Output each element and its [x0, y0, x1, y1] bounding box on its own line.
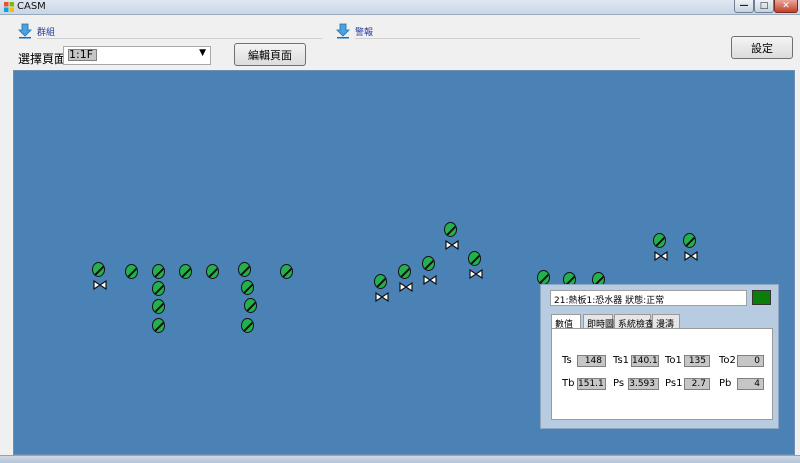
reading-label: Tb [562, 378, 575, 389]
alarm-label: 警報 [355, 28, 374, 38]
minimize-button[interactable]: — [734, 0, 754, 13]
device-icon[interactable] [152, 264, 165, 279]
maximize-button[interactable]: □ [754, 0, 774, 13]
device-icon[interactable] [537, 270, 550, 285]
reading-value: 4 [737, 378, 764, 390]
device-icon[interactable] [244, 298, 257, 313]
valve-icon[interactable] [375, 292, 389, 302]
device-icon[interactable] [152, 318, 165, 333]
valve-icon[interactable] [445, 240, 459, 250]
chevron-down-icon: ▼ [199, 48, 206, 58]
reading-value: 0 [737, 355, 764, 367]
page-select[interactable]: 1:1F ▼ [63, 46, 211, 65]
device-icon[interactable] [280, 264, 293, 279]
reading-value: 3.593 [628, 378, 659, 390]
reading-value: 140.1 [631, 355, 659, 367]
reading-label: To1 [665, 355, 682, 366]
taskbar [0, 455, 800, 463]
status-indicator [752, 290, 771, 305]
device-icon[interactable] [241, 280, 254, 295]
download-arrow-icon[interactable] [18, 23, 32, 39]
tab-system-check[interactable]: 系統檢查 [614, 314, 654, 330]
device-icon[interactable] [179, 264, 192, 279]
close-icon: ✕ [782, 1, 790, 11]
device-icon[interactable] [238, 262, 251, 277]
tab-leak[interactable]: 漫濤 [652, 314, 680, 330]
minimize-icon: — [739, 1, 749, 11]
reading-label: Ts [562, 355, 572, 366]
group-label: 群組 [37, 28, 56, 38]
reading-label: To2 [719, 355, 736, 366]
title-bar: CASM — □ ✕ [0, 0, 800, 15]
download-arrow-icon[interactable] [336, 23, 350, 39]
reading-label: Pb [719, 378, 732, 389]
app-icon [4, 2, 14, 12]
window-title: CASM [17, 1, 46, 12]
device-detail-popup: 21:熱板1:恐水器 狀態:正常 數值 即時圖 系統檢查 漫濤 Ts 148 T… [540, 284, 779, 429]
device-status-title: 21:熱板1:恐水器 狀態:正常 [550, 290, 747, 306]
reading-value: 148 [577, 355, 606, 367]
reading-label: Ps [613, 378, 625, 389]
device-icon[interactable] [374, 274, 387, 289]
valve-icon[interactable] [423, 275, 437, 285]
valve-icon[interactable] [654, 251, 668, 261]
values-panel: Ts 148 Ts1 140.1 To1 135 To2 0 Tb 151.1 … [551, 328, 773, 420]
device-icon[interactable] [422, 256, 435, 271]
page-select-value: 1:1F [68, 49, 98, 61]
reading-value: 2.7 [684, 378, 710, 390]
tab-realtime-chart[interactable]: 即時圖 [583, 314, 614, 330]
device-icon[interactable] [398, 264, 411, 279]
close-button[interactable]: ✕ [774, 0, 798, 13]
valve-icon[interactable] [399, 282, 413, 292]
settings-button[interactable]: 設定 [731, 36, 793, 59]
alarm-divider [355, 38, 640, 39]
edit-page-button[interactable]: 編輯頁面 [234, 43, 306, 66]
device-icon[interactable] [653, 233, 666, 248]
device-icon[interactable] [206, 264, 219, 279]
device-icon[interactable] [152, 299, 165, 314]
valve-icon[interactable] [93, 280, 107, 290]
valve-icon[interactable] [469, 269, 483, 279]
valve-icon[interactable] [684, 251, 698, 261]
reading-label: Ps1 [665, 378, 683, 389]
device-icon[interactable] [125, 264, 138, 279]
page-select-label: 選擇頁面 [18, 52, 67, 66]
device-icon[interactable] [444, 222, 457, 237]
device-icon[interactable] [152, 281, 165, 296]
reading-value: 151.1 [577, 378, 606, 390]
reading-value: 135 [684, 355, 710, 367]
maximize-icon: □ [759, 1, 769, 11]
reading-label: Ts1 [613, 355, 630, 366]
device-icon[interactable] [241, 318, 254, 333]
device-icon[interactable] [683, 233, 696, 248]
device-icon[interactable] [468, 251, 481, 266]
device-icon[interactable] [92, 262, 105, 277]
group-divider [37, 38, 322, 39]
